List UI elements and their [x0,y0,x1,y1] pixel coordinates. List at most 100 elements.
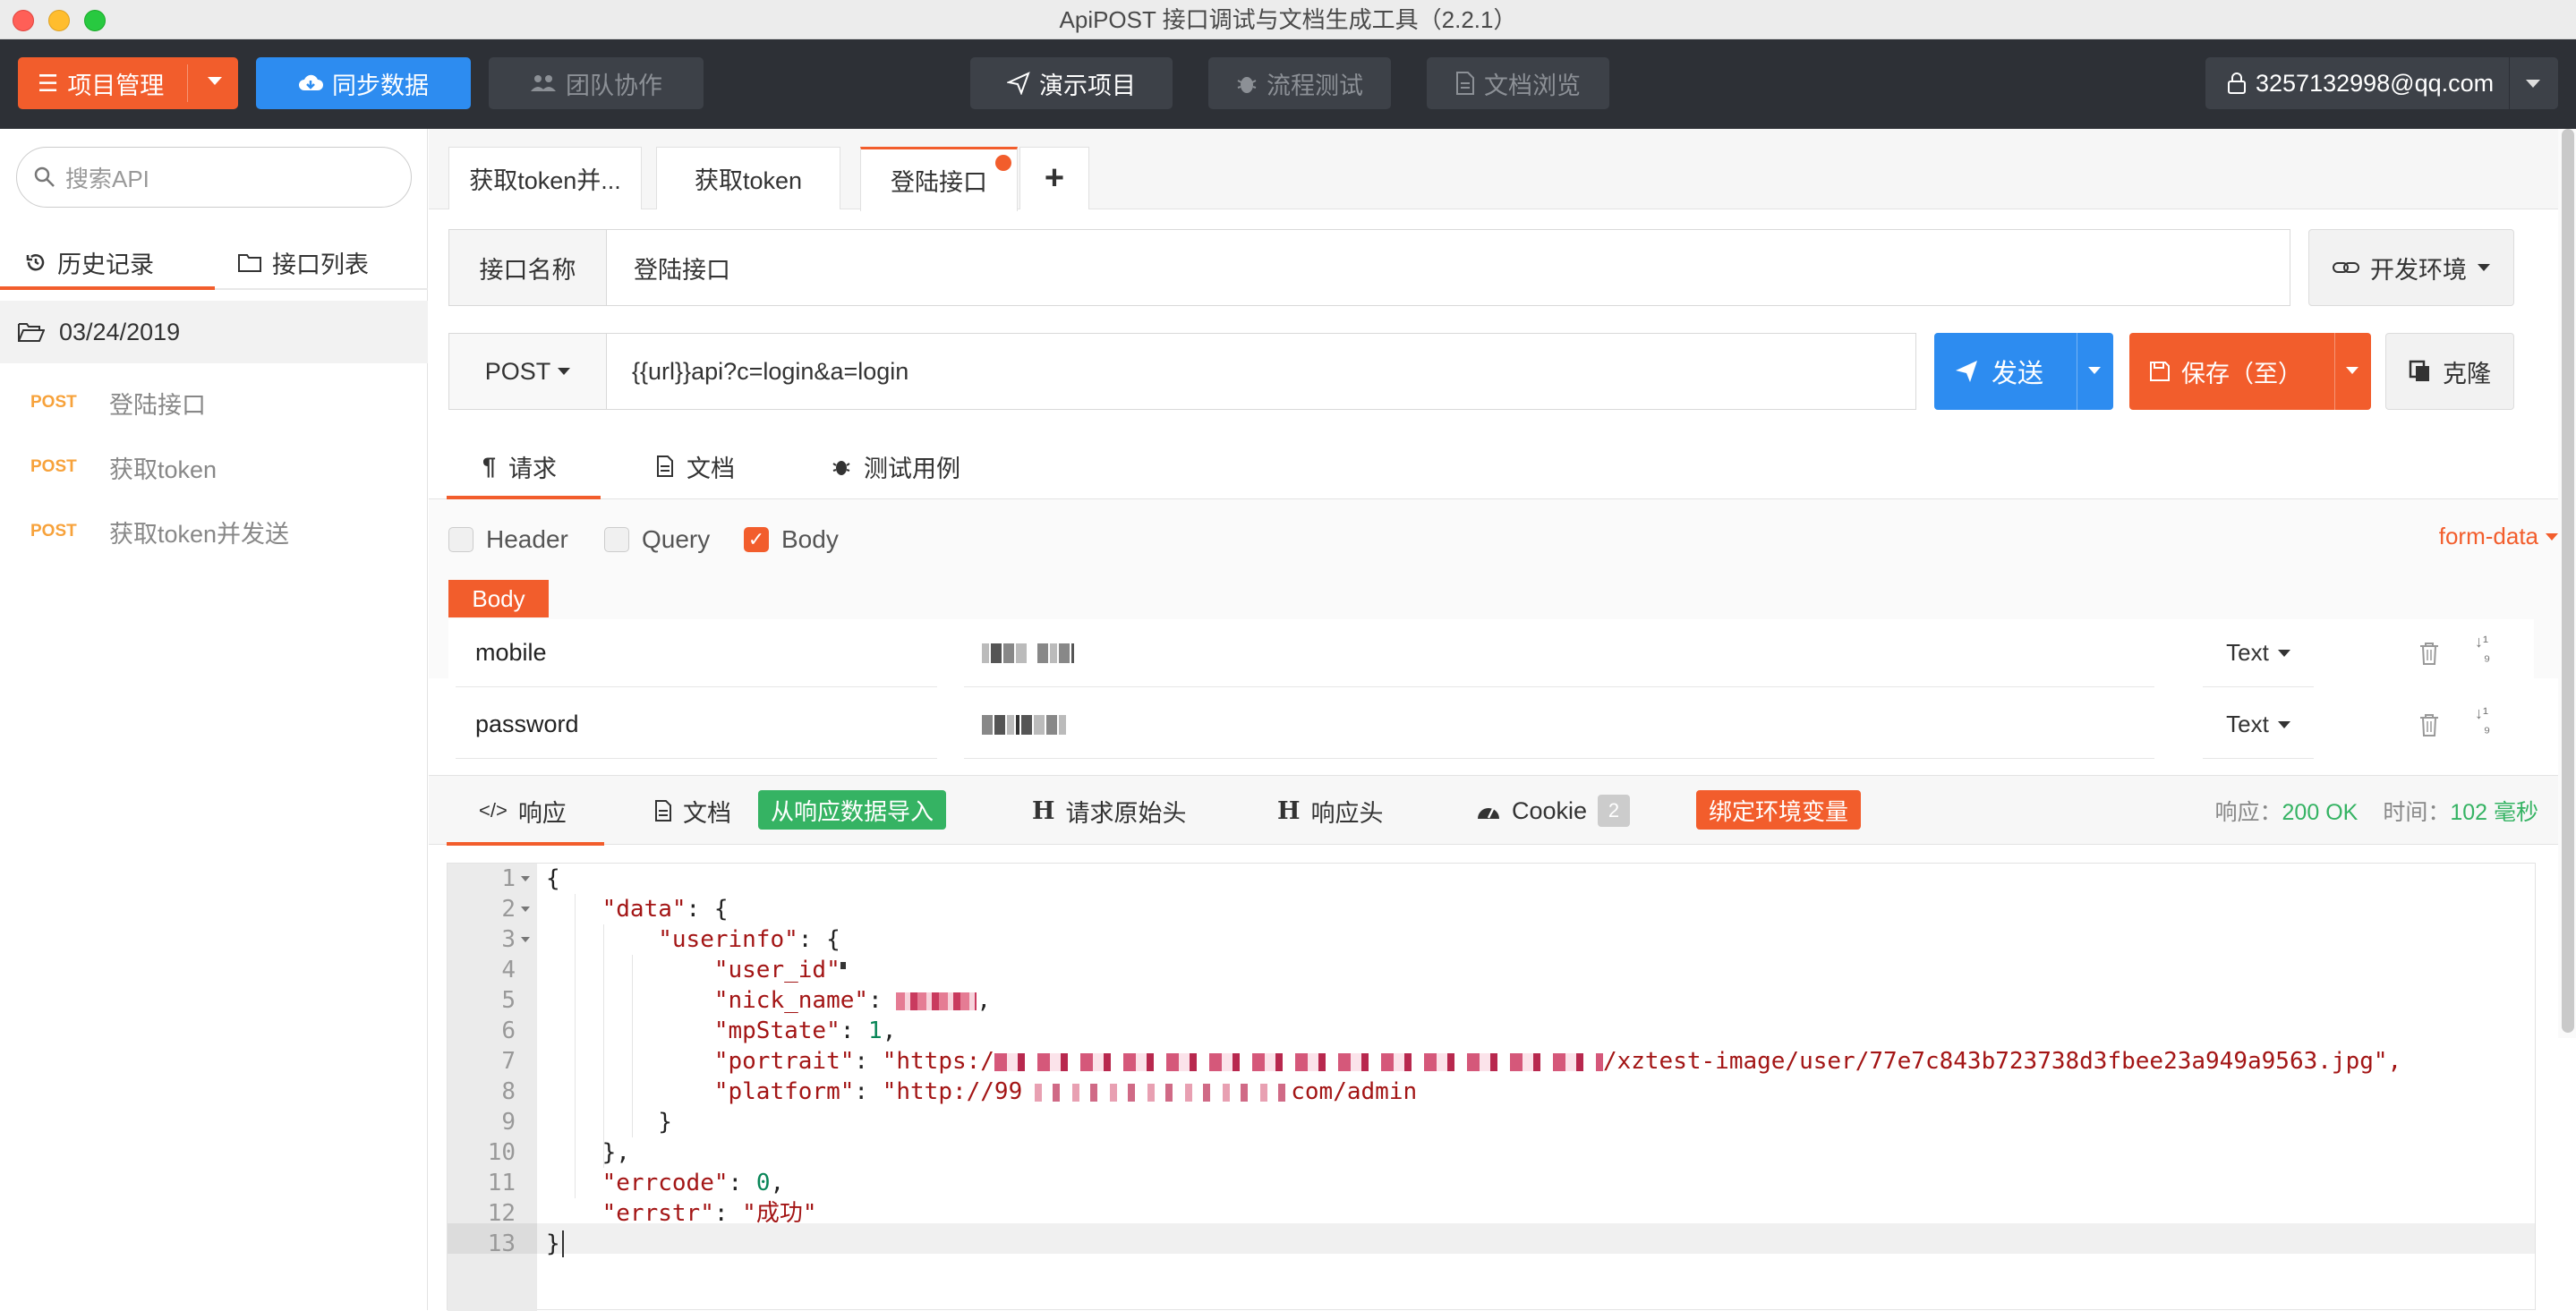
request-tab-label: 登陆接口 [891,169,987,196]
response-tabs: </> 响应 文档 从响应数据导入 H 请求原始头 H 响应头 Cookie 2… [429,775,2576,846]
user-account-button[interactable]: 3257132998@qq.com [2205,57,2558,109]
body-checkbox[interactable]: ✓ Body [744,517,839,562]
copy-icon [2409,360,2429,381]
tab-raw-headers-label: 请求原始头 [1065,799,1187,827]
body-label: Body [781,525,839,553]
code-text: : [854,1048,883,1075]
json-key: "data" [601,896,687,923]
body-format-select[interactable]: form-data [2439,523,2558,550]
chevron-down-icon[interactable] [2346,367,2358,374]
add-tab-button[interactable]: + [1019,147,1089,209]
tab-response-headers[interactable]: H 响应头 [1277,776,1384,846]
request-tab-label: 获取token [694,167,803,194]
send-label: 发送 [1992,360,2044,388]
trash-icon[interactable] [2418,641,2441,666]
request-tab-active[interactable]: 登陆接口 [860,147,1018,211]
fold-toggle-icon[interactable] [521,907,530,912]
method-badge: POST [30,522,77,541]
code-text: } [658,1109,672,1136]
tab-cookie[interactable]: Cookie 2 [1476,776,1631,846]
sort-icon[interactable]: ↓¹ ₉ [2475,634,2490,663]
api-name-label: 接口名称 [449,230,607,305]
flow-test-button[interactable]: 流程测试 [1208,57,1391,109]
response-body-editor[interactable]: 1 2 3 4 5 6 7 8 9 10 11 12 13 { "data": { "userinfo"… [447,863,2536,1311]
url-bar: POST {{url}}api?c=login&a=login [448,333,1916,410]
chevron-down-icon[interactable] [208,77,222,85]
line-number: 5 [501,987,516,1014]
floppy-disk-icon [2150,362,2170,381]
sidebar: 搜索API 历史记录 接口列表 03/24/2019 POST 登陆接口 POS… [0,129,428,1310]
history-icon [26,254,45,271]
tab-response-docs[interactable]: 文档 [654,776,731,846]
bind-env-variable-button[interactable]: 绑定环境变量 [1696,790,1861,830]
param-value-input[interactable] [964,691,2154,759]
trash-icon[interactable] [2418,712,2441,737]
query-checkbox[interactable]: Query [604,517,710,562]
json-key: "nick_name" [713,987,869,1014]
demo-project-button[interactable]: 演示项目 [970,57,1173,109]
header-checkbox[interactable]: Header [448,517,568,562]
divider [2334,333,2335,410]
environment-select[interactable]: 开发环境 [2308,229,2514,306]
param-row: mobile Text ↓¹ ₉ [448,619,2534,689]
chevron-down-icon[interactable] [2088,367,2101,374]
param-key-input[interactable]: mobile [456,619,937,687]
check-icon: ✓ [744,527,769,552]
tab-response[interactable]: </> 响应 [479,776,567,846]
scrollbar-thumb[interactable] [2562,129,2574,1033]
param-key-input[interactable]: password [456,691,937,759]
param-type-select[interactable]: Text [2203,619,2314,687]
code-text: , [770,1170,785,1196]
fold-toggle-icon[interactable] [521,876,530,881]
param-row: password Text ↓¹ ₉ [448,691,2534,761]
code-text: : [854,1078,883,1105]
tab-raw-request-headers[interactable]: H 请求原始头 [1032,776,1187,846]
import-from-response-button[interactable]: 从响应数据导入 [758,790,946,830]
line-number: 11 [487,1170,516,1196]
method-select[interactable]: POST [449,334,607,409]
dashboard-icon [1478,808,1499,819]
save-button[interactable]: 保存（至） [2129,333,2371,410]
api-name-input[interactable]: 登陆接口 [607,230,2290,305]
history-item[interactable]: POST 登陆接口 [0,376,428,430]
clone-button[interactable]: 克隆 [2385,333,2514,410]
sync-data-button[interactable]: 同步数据 [256,57,471,109]
tab-api-list[interactable]: 接口列表 [238,234,369,290]
sort-icon[interactable]: ↓¹ ₉ [2475,705,2490,735]
code-line: "platform": "http://99 com/admin [546,1077,1417,1107]
tab-history[interactable]: 历史记录 [25,234,154,290]
fold-toggle-icon[interactable] [521,937,530,942]
chevron-down-icon[interactable] [2526,80,2540,88]
code-text: : { [798,926,840,953]
send-button[interactable]: 发送 [1934,333,2113,410]
tab-docs[interactable]: 文档 [656,433,735,499]
json-key: "mpState" [713,1017,840,1044]
param-type-select[interactable]: Text [2203,691,2314,759]
history-item[interactable]: POST 获取token并发送 [0,505,428,558]
link-icon [2333,262,2359,273]
tab-request[interactable]: ¶ 请求 [482,433,557,499]
code-line: "nick_name": , [546,985,991,1016]
code-text: : [728,1170,756,1196]
url-input[interactable]: {{url}}api?c=login&a=login [607,334,1915,409]
heading-icon: H [1277,796,1301,825]
code-line: } [546,1229,578,1259]
history-item[interactable]: POST 获取token [0,440,428,494]
project-management-button[interactable]: ☰ 项目管理 [18,57,238,109]
request-tab[interactable]: 获取token并... [448,147,642,209]
line-number: 12 [487,1200,516,1227]
bug-icon [832,461,850,475]
doc-browse-button[interactable]: 文档浏览 [1427,57,1609,109]
date-folder[interactable]: 03/24/2019 [0,301,428,363]
cookie-count-badge: 2 [1598,795,1631,827]
team-collaboration-button[interactable]: 团队协作 [489,57,704,109]
code-line: "mpState": 1, [546,1016,897,1046]
checkbox-box [604,527,629,552]
search-input[interactable]: 搜索API [16,147,412,208]
api-name-field: 接口名称 登陆接口 [448,229,2290,306]
tab-test-cases[interactable]: 测试用例 [832,433,960,499]
request-tab[interactable]: 获取token [656,147,840,209]
heading-icon: H [1032,796,1055,825]
param-value-input[interactable] [964,619,2154,687]
chevron-down-icon [2277,649,2290,657]
